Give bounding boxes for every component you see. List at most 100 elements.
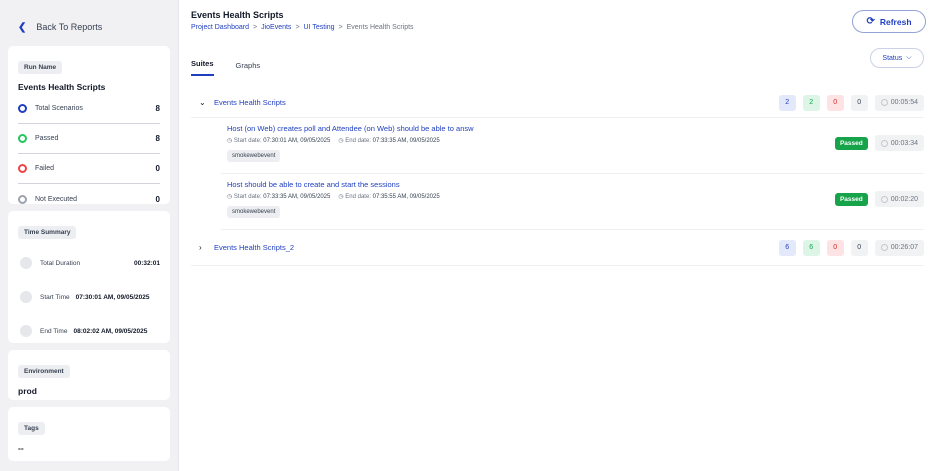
passed-icon (18, 134, 27, 143)
breadcrumb-separator: > (338, 24, 343, 31)
stat-total-scenarios: Total Scenarios 8 (18, 94, 160, 124)
duration-value: 00:02:20 (890, 195, 918, 203)
clock-icon (880, 195, 888, 203)
clock-icon (880, 139, 888, 147)
test-case-status: Passed 00:03:34 (834, 135, 924, 151)
end-date-label: End date: (345, 194, 371, 200)
failed-icon (18, 164, 27, 173)
stat-label: Not Executed (35, 195, 78, 203)
suite-name[interactable]: Events Health Scripts_2 (214, 243, 294, 252)
environment-card: Environment prod (8, 350, 170, 400)
stat-passed: Passed 8 (18, 124, 160, 154)
time-label: End Time (40, 327, 68, 335)
start-time-icon (20, 291, 32, 303)
environment-value: prod (18, 386, 37, 396)
test-case-row: Host should be able to create and start … (221, 174, 924, 230)
end-date: ◷ End date: 07:33:35 AM, 09/05/2025 (338, 137, 439, 144)
duration-value: 00:03:34 (890, 139, 918, 147)
failed-count-badge: 0 (826, 94, 844, 111)
skipped-count-badge: 0 (850, 94, 868, 111)
stat-label: Total Scenarios (35, 105, 83, 112)
refresh-button[interactable]: ⟳ Refresh (852, 10, 926, 33)
stat-value: 8 (155, 104, 160, 113)
run-stats: Total Scenarios 8 Passed 8 Failed 0 Not … (18, 94, 160, 214)
time-label: Start Time (40, 293, 70, 301)
end-date-value: 07:35:55 AM, 09/05/2025 (372, 194, 440, 200)
status-filter-button[interactable]: Status ⌵ (870, 48, 924, 68)
total-count-badge: 2 (778, 94, 796, 111)
stat-value: 0 (155, 164, 160, 173)
start-date-label: Start date: (233, 138, 262, 144)
run-name-pill: Run Name (18, 61, 63, 74)
refresh-label: Refresh (879, 16, 912, 27)
chevron-left-icon: ❮ (18, 21, 27, 33)
back-to-reports-link[interactable]: ❮ Back To Reports (8, 8, 170, 46)
test-case-row: Host (on Web) creates poll and Attendee … (221, 118, 924, 174)
breadcrumb-ui-testing[interactable]: UI Testing (304, 24, 335, 31)
page-title: Events Health Scripts (191, 10, 284, 20)
start-date-label: Start date: (233, 194, 262, 200)
start-date-value: 07:33:35 AM, 09/05/2025 (263, 194, 331, 200)
clock-icon (880, 99, 888, 106)
tags-pill: Tags (18, 422, 45, 435)
start-date: ◷ Start date: 07:30:01 AM, 09/05/2025 (227, 137, 330, 144)
time-value: 00:32:01 (133, 259, 160, 267)
end-date-label: End date: (345, 138, 371, 144)
failed-count-badge: 0 (826, 239, 844, 256)
suite-row[interactable]: › Events Health Scripts_2 6 6 0 0 00:26:… (191, 230, 924, 266)
breadcrumb-current: Events Health Scripts (346, 24, 414, 31)
clock-icon: ◷ (227, 194, 233, 200)
breadcrumb-project-dashboard[interactable]: Project Dashboard (191, 24, 249, 31)
breadcrumb-jioevents[interactable]: JioEvents (261, 24, 291, 31)
stat-label: Passed (35, 135, 59, 142)
passed-status-badge: Passed (834, 192, 868, 206)
suite-badges: 2 2 0 0 00:05:54 (778, 94, 924, 111)
breadcrumb-separator: > (295, 24, 300, 31)
duration-badge: 00:02:20 (874, 191, 924, 207)
tabs: Suites Graphs Status ⌵ (179, 44, 936, 76)
tab-suites[interactable]: Suites (191, 59, 214, 76)
suite-badges: 6 6 0 0 00:26:07 (778, 239, 924, 256)
status-label: Status (882, 54, 903, 62)
test-case-dates: ◷ Start date: 07:30:01 AM, 09/05/2025 ◷ … (227, 137, 924, 144)
end-date-value: 07:33:35 AM, 09/05/2025 (372, 138, 440, 144)
test-case-title[interactable]: Host should be able to create and start … (227, 180, 924, 189)
chevron-down-icon: ⌵ (906, 54, 912, 61)
test-case-title[interactable]: Host (on Web) creates poll and Attendee … (227, 124, 924, 133)
time-summary-card: Time Summary Total Duration 00:32:01 Sta… (8, 211, 170, 343)
start-time-row: Start Time 07:30:01 AM, 09/05/2025 (18, 281, 160, 313)
chevron-right-icon[interactable]: › (199, 243, 205, 252)
chevron-down-icon[interactable]: ⌄ (199, 98, 206, 107)
suite-name[interactable]: Events Health Scripts (214, 98, 286, 107)
app-root: ❮ Back To Reports Run Name Events Health… (0, 0, 936, 471)
clock-icon: ◷ (338, 138, 344, 144)
total-duration-row: Total Duration 00:32:01 (18, 247, 160, 279)
duration-badge: 00:03:34 (874, 135, 924, 151)
stat-value: 8 (155, 134, 160, 143)
back-label: Back To Reports (36, 22, 103, 32)
end-date: ◷ End date: 07:35:55 AM, 09/05/2025 (338, 193, 439, 200)
duration-icon (20, 257, 32, 269)
skipped-count-badge: 0 (850, 239, 868, 256)
sidebar: ❮ Back To Reports Run Name Events Health… (0, 0, 178, 471)
test-case-tag: smokewebevent (227, 150, 281, 162)
passed-count-badge: 6 (802, 239, 820, 256)
main-panel: Events Health Scripts Project Dashboard … (178, 0, 936, 471)
stat-failed: Failed 0 (18, 154, 160, 184)
duration-badge: 00:05:54 (874, 94, 924, 111)
page-header: Events Health Scripts Project Dashboard … (179, 0, 936, 44)
environment-pill: Environment (18, 365, 70, 378)
clock-icon: ◷ (227, 138, 233, 144)
time-value: 08:02:02 AM, 09/05/2025 (73, 327, 148, 335)
suite-list: ⌄ Events Health Scripts 2 2 0 0 00:05:54… (191, 88, 924, 266)
passed-count-badge: 2 (802, 94, 820, 111)
duration-value: 00:26:07 (890, 244, 918, 251)
time-value: 07:30:01 AM, 09/05/2025 (75, 293, 150, 301)
test-case-dates: ◷ Start date: 07:33:35 AM, 09/05/2025 ◷ … (227, 193, 924, 200)
total-scenarios-icon (18, 104, 27, 113)
time-summary-pill: Time Summary (18, 226, 77, 239)
suite-row[interactable]: ⌄ Events Health Scripts 2 2 0 0 00:05:54 (191, 88, 924, 118)
stat-value: 0 (155, 194, 160, 204)
tab-graphs[interactable]: Graphs (236, 61, 261, 76)
test-case-tag: smokewebevent (227, 206, 281, 218)
